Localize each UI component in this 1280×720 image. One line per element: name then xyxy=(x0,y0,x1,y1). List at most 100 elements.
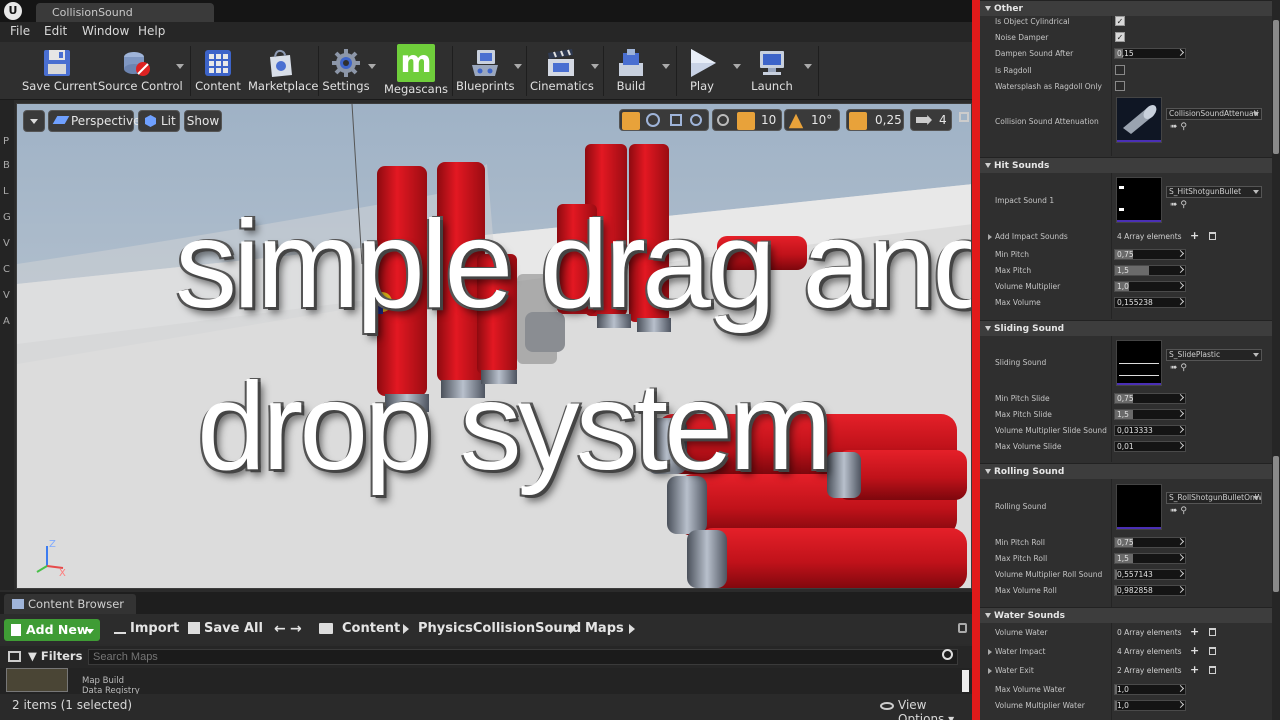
volume-multiplier-field[interactable]: 1,0 xyxy=(1114,281,1186,292)
maximize-viewport-icon[interactable] xyxy=(959,112,969,122)
scale-snap-group[interactable]: 0,25 xyxy=(846,109,904,131)
scale-tool-icon[interactable] xyxy=(670,114,682,126)
mode-tab-place[interactable]: P xyxy=(3,136,9,147)
level-tab[interactable]: CollisionSound xyxy=(36,3,214,22)
mode-tab-g[interactable]: G xyxy=(3,212,11,223)
max-pitch-field[interactable]: 1,5 xyxy=(1114,265,1186,276)
category-other[interactable]: Other xyxy=(980,0,1272,16)
sources-panel-icon[interactable] xyxy=(8,651,21,662)
mode-tab-v2[interactable]: V xyxy=(3,290,10,301)
expand-arrow-icon[interactable] xyxy=(988,649,992,655)
build-button[interactable]: Build xyxy=(607,42,655,98)
content-browser-tab[interactable]: Content Browser xyxy=(4,594,136,614)
launch-button[interactable]: Launch xyxy=(746,42,798,98)
menu-edit[interactable]: Edit xyxy=(44,24,67,38)
sliding-sound-thumbnail[interactable] xyxy=(1116,340,1162,386)
category-rolling-sound[interactable]: Rolling Sound xyxy=(980,463,1272,479)
menu-help[interactable]: Help xyxy=(138,24,165,38)
asset-label[interactable]: Map Build Data Registry xyxy=(82,676,140,696)
import-button[interactable]: Import xyxy=(130,621,179,636)
rolling-asset-tools[interactable]: ➠ ⚲ xyxy=(1170,506,1187,516)
noise-damper-checkbox[interactable]: ✓ xyxy=(1115,32,1125,42)
camera-speed-group[interactable]: 4 xyxy=(910,109,952,131)
lit-button[interactable]: Lit xyxy=(138,110,180,132)
move-tool-icon[interactable] xyxy=(622,112,640,130)
add-element-icon[interactable]: + xyxy=(1190,664,1199,675)
min-pitch-slide-field[interactable]: 0,75 xyxy=(1114,393,1186,404)
trash-icon[interactable] xyxy=(1209,232,1216,240)
play-dropdown-icon[interactable] xyxy=(733,64,741,69)
impact-asset-dropdown[interactable]: S_HitShotgunBullet xyxy=(1166,186,1262,198)
max-volume-water-field[interactable]: 1,0 xyxy=(1114,684,1186,695)
max-volume-slide-field[interactable]: 0,01 xyxy=(1114,441,1186,452)
menu-window[interactable]: Window xyxy=(82,24,129,38)
max-pitch-roll-field[interactable]: 1,5 xyxy=(1114,553,1186,564)
save-current-button[interactable]: Save Current xyxy=(22,42,97,98)
mode-tab-v[interactable]: V xyxy=(3,238,10,249)
rolling-sound-thumbnail[interactable] xyxy=(1116,484,1162,530)
rotate-tool-icon[interactable] xyxy=(646,113,660,127)
history-forward-icon[interactable]: → xyxy=(290,621,302,637)
dampen-sound-after-field[interactable]: 0,15 xyxy=(1114,48,1186,59)
grid-snap-group[interactable]: 10 xyxy=(712,109,782,131)
min-pitch-roll-field[interactable]: 0,75 xyxy=(1114,537,1186,548)
mode-tab-a[interactable]: A xyxy=(3,316,10,327)
search-maps-input[interactable] xyxy=(88,649,958,665)
build-dropdown-icon[interactable] xyxy=(662,64,670,69)
max-volume-roll-field[interactable]: 0,982858 xyxy=(1114,585,1186,596)
attenuation-thumbnail[interactable] xyxy=(1116,97,1162,143)
add-element-icon[interactable]: + xyxy=(1190,626,1199,637)
max-pitch-slide-field[interactable]: 1,5 xyxy=(1114,409,1186,420)
trash-icon[interactable] xyxy=(1209,628,1216,636)
save-all-button[interactable]: Save All xyxy=(204,621,263,636)
scrollbar-thumb[interactable] xyxy=(1273,20,1279,154)
watersplash-checkbox[interactable]: ✓ xyxy=(1115,81,1125,91)
impact-asset-tools[interactable]: ➠ ⚲ xyxy=(1170,200,1187,210)
settings-button[interactable]: Settings xyxy=(322,42,370,98)
category-water-sounds[interactable]: Water Sounds xyxy=(980,607,1272,623)
trash-icon[interactable] xyxy=(1209,647,1216,655)
map-asset-thumbnail[interactable] xyxy=(6,668,68,692)
marketplace-button[interactable]: Marketplace xyxy=(248,42,318,98)
cinematics-button[interactable]: Cinematics xyxy=(530,42,594,98)
viewport-options-button[interactable] xyxy=(23,110,45,132)
content-button[interactable]: Content xyxy=(194,42,242,98)
blueprints-dropdown-icon[interactable] xyxy=(514,64,522,69)
is-object-cylindrical-checkbox[interactable]: ✓ xyxy=(1115,16,1125,26)
world-space-icon[interactable] xyxy=(690,114,702,126)
add-new-button[interactable]: Add New xyxy=(4,619,100,641)
attenuation-asset-dropdown[interactable]: CollisionSoundAttenuati xyxy=(1166,108,1262,120)
breadcrumb-physicscollisionsound[interactable]: PhysicsCollisionSound xyxy=(418,621,581,636)
source-control-button[interactable]: Source Control xyxy=(98,42,183,98)
attenuation-asset-tools[interactable]: ➠ ⚲ xyxy=(1170,122,1187,132)
trash-icon[interactable] xyxy=(1209,666,1216,674)
volume-multiplier-slide-field[interactable]: 0,013333 xyxy=(1114,425,1186,436)
expand-arrow-icon[interactable] xyxy=(988,234,992,240)
breadcrumb-maps[interactable]: Maps xyxy=(585,621,624,636)
expand-arrow-icon[interactable] xyxy=(988,668,992,674)
menu-file[interactable]: File xyxy=(10,24,30,38)
details-scrollbar[interactable] xyxy=(1272,0,1280,720)
rotation-snap-group[interactable]: 10° xyxy=(784,109,840,131)
perspective-button[interactable]: Perspective xyxy=(48,110,141,132)
category-sliding-sound[interactable]: Sliding Sound xyxy=(980,320,1272,336)
play-button[interactable]: Play xyxy=(680,42,724,98)
level-viewport[interactable]: Perspective Lit Show 10 10° 0,25 4 simpl… xyxy=(16,103,972,589)
sliding-asset-tools[interactable]: ➠ ⚲ xyxy=(1170,363,1187,373)
add-element-icon[interactable]: + xyxy=(1190,230,1199,241)
source-control-dropdown-icon[interactable] xyxy=(176,64,184,69)
volume-multiplier-roll-field[interactable]: 0,557143 xyxy=(1114,569,1186,580)
volume-multiplier-water-field[interactable]: 1,0 xyxy=(1114,700,1186,711)
add-element-icon[interactable]: + xyxy=(1190,645,1199,656)
is-ragdoll-checkbox[interactable]: ✓ xyxy=(1115,65,1125,75)
launch-dropdown-icon[interactable] xyxy=(804,64,812,69)
mode-tab-b[interactable]: B xyxy=(3,160,10,171)
mode-tab-c[interactable]: C xyxy=(3,264,10,275)
category-hit-sounds[interactable]: Hit Sounds xyxy=(980,157,1272,173)
min-pitch-field[interactable]: 0,75 xyxy=(1114,249,1186,260)
breadcrumb-content[interactable]: Content xyxy=(342,621,400,636)
view-options-button[interactable]: View Options ▾ xyxy=(898,698,972,720)
lock-icon[interactable] xyxy=(958,623,967,633)
settings-dropdown-icon[interactable] xyxy=(368,64,376,69)
megascans-button[interactable]: m Megascans xyxy=(384,42,448,98)
